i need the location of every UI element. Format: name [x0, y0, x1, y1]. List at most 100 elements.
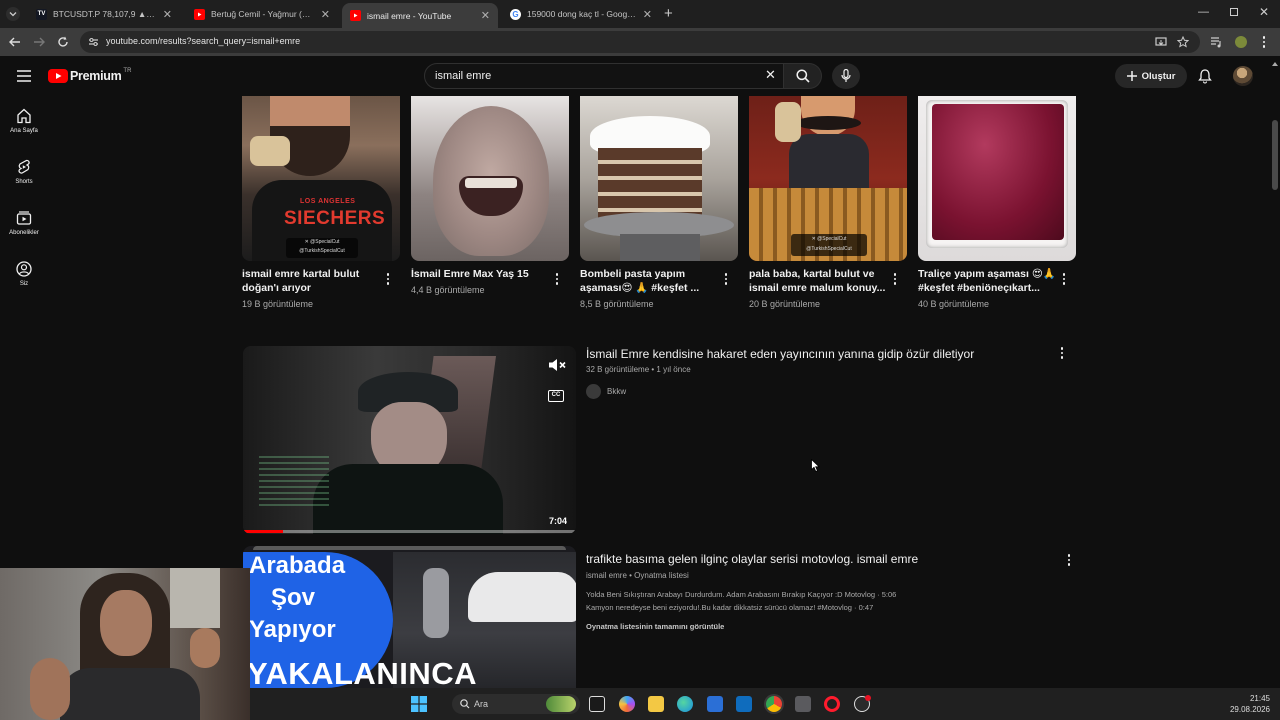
short-thumbnail[interactable]: LOS ANGELES SIECHERS ✕ @SpecialCut @Turk… [242, 96, 400, 261]
hamburger-menu-icon[interactable] [17, 70, 31, 82]
edge-browser-icon[interactable] [677, 696, 693, 712]
short-card-4[interactable]: ✕ @SpecialCut @TurkishSpecialCut pala ba… [749, 96, 907, 309]
forward-arrow-icon[interactable] [33, 37, 45, 47]
short-title[interactable]: İsmail Emre Max Yaş 15 [411, 267, 549, 281]
browser-tab-1[interactable]: TV BTCUSDT.P 78,107,9 ▲ +0.39% ✕ [28, 3, 180, 25]
avatar[interactable] [1233, 66, 1253, 86]
sidebar-item-subscriptions[interactable]: Abonelikler [0, 210, 48, 236]
restore-button[interactable] [1230, 8, 1238, 16]
voice-search-button[interactable] [832, 63, 860, 89]
more-options-icon[interactable] [889, 272, 901, 286]
close-icon[interactable]: ✕ [643, 8, 652, 21]
media-controls-icon[interactable] [1210, 36, 1223, 48]
chrome-browser-icon[interactable] [766, 696, 782, 712]
star-icon[interactable] [1177, 36, 1189, 48]
phone-illustration [775, 102, 801, 142]
more-options-icon[interactable] [1063, 553, 1075, 567]
shirt-text-small: LOS ANGELES [300, 198, 356, 205]
browser-menu-icon[interactable] [1260, 36, 1268, 48]
short-card-2[interactable]: İsmail Emre Max Yaş 15 4,4 B görüntüleme [411, 96, 569, 295]
cake-stand-base-illustration [620, 234, 700, 261]
playlist-meta[interactable]: ismail emre • Oynatma listesi [586, 571, 689, 580]
create-button[interactable]: Oluştur [1115, 64, 1187, 88]
browser-tab-3[interactable]: ismail emre - YouTube ✕ [342, 3, 498, 28]
new-tab-button[interactable]: + [664, 5, 673, 22]
notifications-bell-icon[interactable] [1198, 69, 1212, 84]
short-card-1[interactable]: LOS ANGELES SIECHERS ✕ @SpecialCut @Turk… [242, 96, 400, 309]
view-full-playlist-link[interactable]: Oynatma listesinin tamamını görüntüle [586, 622, 724, 631]
sidebar-item-you[interactable]: Siz [0, 261, 48, 287]
short-title[interactable]: Traliçe yapım aşaması 😍🙏 #keşfet #beniön… [918, 267, 1056, 295]
close-window-button[interactable]: ✕ [1259, 5, 1269, 19]
duration-badge: 7:04 [549, 516, 568, 526]
url-bar[interactable]: youtube.com/results?search_query=ismail+… [80, 31, 1200, 53]
site-info-icon[interactable] [88, 37, 99, 47]
more-options-icon[interactable] [551, 272, 563, 286]
opera-browser-icon[interactable] [824, 696, 840, 712]
short-thumbnail[interactable] [411, 96, 569, 261]
short-thumbnail[interactable]: ✕ @SpecialCut @TurkishSpecialCut [749, 96, 907, 261]
video-title[interactable]: İsmail Emre kendisine hakaret eden yayın… [586, 347, 974, 361]
playlist-video-line-1[interactable]: Yolda Beni Sıkıştıran Arabayı Durdurdum.… [586, 590, 896, 599]
channel-row[interactable]: Bkkw [586, 384, 626, 399]
close-icon[interactable]: ✕ [321, 8, 330, 21]
playlist-title[interactable]: trafikte basıma gelen ilginç olaylar ser… [586, 552, 918, 566]
tab-search-dropdown[interactable] [6, 7, 20, 21]
short-views: 40 B görüntüleme [918, 299, 990, 309]
short-card-5[interactable]: Traliçe yapım aşaması 😍🙏 #keşfet #beniön… [918, 96, 1076, 309]
more-options-icon[interactable] [1058, 272, 1070, 286]
minimize-button[interactable]: — [1198, 6, 1209, 18]
channel-name[interactable]: Bkkw [607, 387, 626, 396]
short-title[interactable]: ismail emre kartal bulut doğan'ı arıyor [242, 267, 380, 295]
page-scrollbar[interactable] [1270, 62, 1280, 688]
close-icon[interactable]: ✕ [481, 9, 490, 22]
dessert-topping-illustration [932, 104, 1064, 240]
short-thumbnail[interactable] [580, 96, 738, 261]
install-app-icon[interactable] [1155, 36, 1167, 48]
video-thumbnail[interactable]: CC 7:04 [243, 346, 576, 534]
more-options-icon[interactable] [382, 272, 394, 286]
watermark-line-1: ✕ @SpecialCut [811, 236, 847, 242]
progress-track[interactable] [243, 530, 576, 533]
create-label: Oluştur [1141, 70, 1176, 82]
watermark: ✕ @SpecialCut @TurkishSpecialCut [286, 238, 358, 258]
close-icon[interactable]: ✕ [163, 8, 172, 21]
taskbar-clock[interactable]: 21:45 29.08.2026 [1230, 693, 1270, 715]
sidebar-item-home[interactable]: Ana Sayfa [0, 108, 48, 134]
file-explorer-icon[interactable] [648, 696, 664, 712]
channel-avatar[interactable] [586, 384, 601, 399]
scroll-up-arrow-icon[interactable] [1272, 62, 1278, 66]
playlist-thumbnail[interactable]: Arabada Şov Yapıyor YAKALANINCA [243, 546, 576, 688]
scrollbar-thumb[interactable] [1272, 120, 1278, 190]
watermark-line-2: @TurkishSpecialCut [299, 248, 345, 254]
windows-start-icon[interactable] [411, 696, 427, 712]
more-options-icon[interactable] [720, 272, 732, 286]
search-input[interactable]: ismail emre ✕ [424, 63, 784, 89]
reload-icon[interactable] [57, 36, 69, 48]
copilot-icon[interactable] [619, 696, 635, 712]
sidebar-item-label: Ana Sayfa [10, 128, 38, 134]
playlist-video-line-2[interactable]: Kamyon neredeyse beni eziyordu!.Bu kadar… [586, 603, 873, 612]
mute-button[interactable] [548, 358, 566, 372]
youtube-premium-logo[interactable]: Premium TR [48, 68, 131, 83]
calculator-icon[interactable] [795, 696, 811, 712]
teeth-illustration [465, 178, 517, 188]
sidebar-item-shorts[interactable]: Shorts [0, 159, 48, 185]
browser-tab-2[interactable]: Bertuğ Cemil - Yağmur (Official ✕ [186, 3, 338, 25]
short-title[interactable]: pala baba, kartal bulut ve ismail emre m… [749, 267, 887, 295]
closed-captions-icon[interactable]: CC [548, 390, 564, 402]
more-options-icon[interactable] [1056, 346, 1068, 360]
extension-icon[interactable] [1235, 36, 1247, 48]
outlook-icon[interactable] [736, 696, 752, 712]
search-button[interactable] [784, 63, 822, 89]
short-card-3[interactable]: Bombeli pasta yapım aşaması😍 🙏 #keşfet .… [580, 96, 738, 309]
taskbar-search[interactable]: Ara [452, 694, 580, 714]
back-arrow-icon[interactable] [9, 37, 21, 47]
microsoft-store-icon[interactable] [707, 696, 723, 712]
short-thumbnail[interactable] [918, 96, 1076, 261]
task-view-icon[interactable] [589, 696, 605, 712]
browser-tab-4[interactable]: G 159000 dong kaç tl - Google'da ✕ [502, 3, 660, 25]
clear-search-icon[interactable]: ✕ [765, 67, 776, 83]
short-title[interactable]: Bombeli pasta yapım aşaması😍 🙏 #keşfet .… [580, 267, 718, 295]
watermark: ✕ @SpecialCut @TurkishSpecialCut [791, 234, 867, 256]
